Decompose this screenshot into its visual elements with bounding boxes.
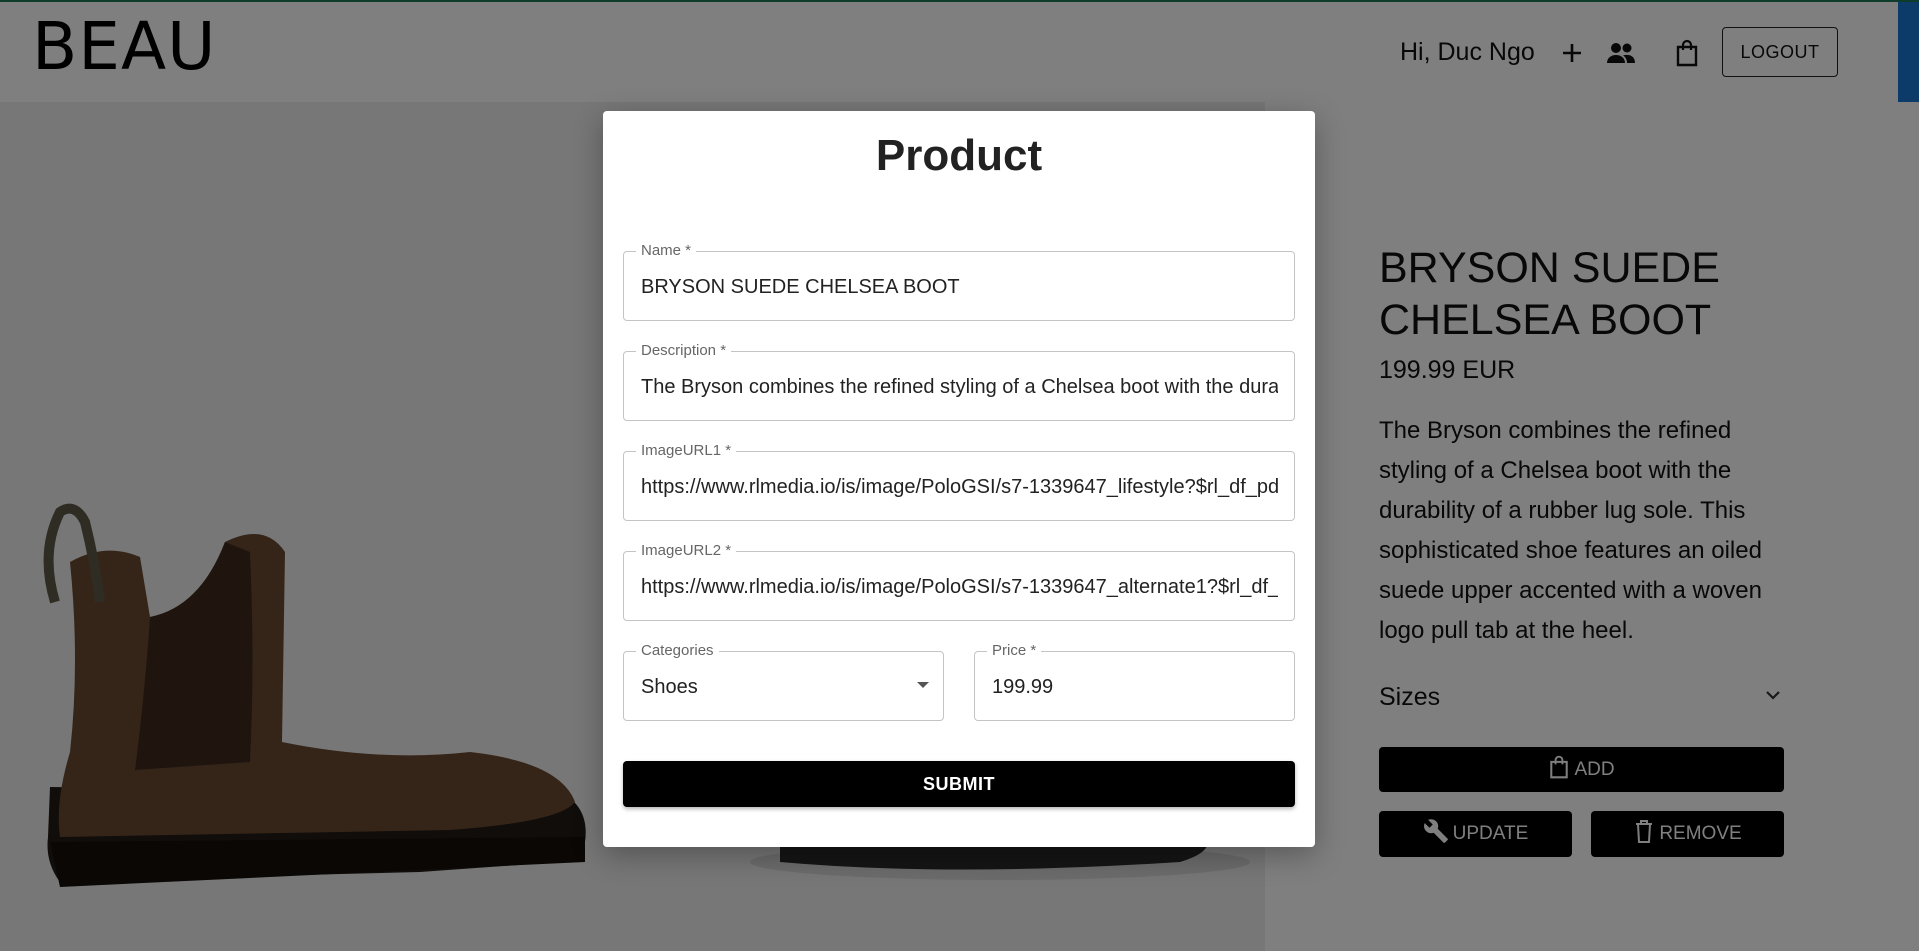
image-url-2-field[interactable]: ImageURL2 * https://www.rlmedia.io/is/im… [623,542,1295,621]
image-url-1-value: https://www.rlmedia.io/is/image/PoloGSI/… [641,476,1278,498]
name-field-label: Name * [636,242,697,260]
description-field[interactable]: Description * The Bryson combines the re… [623,342,1295,421]
price-field[interactable]: Price * 199.99 [974,642,1295,721]
image-url-2-label: ImageURL2 * [636,542,737,560]
price-label: Price * [987,642,1042,660]
name-field-value: BRYSON SUEDE CHELSEA BOOT [641,276,960,298]
categories-select[interactable]: Categories Shoes [623,642,944,721]
image-url-2-value: https://www.rlmedia.io/is/image/PoloGSI/… [641,576,1278,598]
dropdown-arrow-icon [917,682,929,688]
categories-label: Categories [636,642,719,660]
product-form-dialog: Product Name * BRYSON SUEDE CHELSEA BOOT… [603,111,1315,847]
dialog-title: Product [875,131,1043,180]
image-url-1-field[interactable]: ImageURL1 * https://www.rlmedia.io/is/im… [623,442,1295,521]
price-value: 199.99 [992,676,1054,698]
name-field[interactable]: Name * BRYSON SUEDE CHELSEA BOOT [623,242,1295,321]
image-url-1-label: ImageURL1 * [636,442,737,460]
description-field-value: The Bryson combines the refined styling … [641,376,1278,398]
description-field-label: Description * [636,342,732,360]
submit-button[interactable]: SUBMIT [623,761,1295,807]
categories-value: Shoes [641,676,698,698]
